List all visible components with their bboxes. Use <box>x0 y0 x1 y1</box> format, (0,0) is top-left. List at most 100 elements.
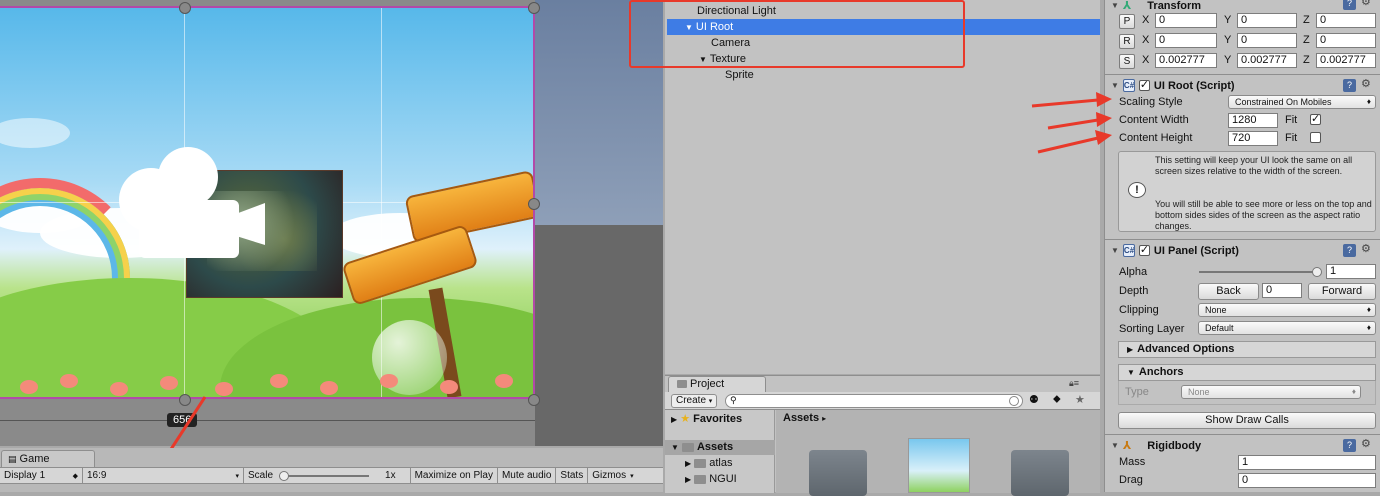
transform-header[interactable]: ▼ ⅄ Transform <box>1105 0 1380 14</box>
favorite-star-icon[interactable]: ★ <box>1075 393 1085 406</box>
tree-item-atlas[interactable]: ▶ atlas <box>685 456 732 471</box>
expand-triangle-icon[interactable]: ▼ <box>671 443 679 452</box>
rigidbody-icon: ⅄ <box>1122 440 1132 452</box>
alpha-slider-knob[interactable] <box>1312 267 1322 277</box>
sorting-layer-dropdown[interactable]: Default <box>1198 321 1376 335</box>
mute-audio-toggle[interactable]: Mute audio <box>498 468 555 483</box>
tree-item-assets[interactable]: ▼ Assets <box>665 440 775 455</box>
asset-folder-icon[interactable] <box>809 450 867 496</box>
reset-scale-button[interactable]: S <box>1119 54 1135 69</box>
reset-rotation-button[interactable]: R <box>1119 34 1135 49</box>
y-label: Y <box>1224 34 1232 46</box>
camera-gizmo-icon[interactable] <box>103 145 268 265</box>
project-search-input[interactable]: ⚲ <box>725 394 1023 408</box>
tab-game[interactable]: ▤ Game <box>1 450 95 468</box>
help-icon[interactable]: ? <box>1343 0 1356 10</box>
rotation-x-field[interactable]: 0 <box>1155 33 1217 48</box>
stats-toggle[interactable]: Stats <box>556 468 587 483</box>
mass-field[interactable]: 1 <box>1238 455 1376 470</box>
gizmos-dropdown[interactable]: Gizmos ▾ <box>588 468 637 483</box>
drag-field[interactable]: 0 <box>1238 473 1376 488</box>
asset-image-thumbnail[interactable] <box>908 438 970 493</box>
scene-view[interactable]: 656 <box>0 0 663 446</box>
help-icon[interactable]: ? <box>1343 439 1356 452</box>
folder-label: NGUI <box>709 473 737 485</box>
gear-icon[interactable]: ⚙ <box>1361 77 1371 90</box>
ui-panel-header[interactable]: ▼ C# UI Panel (Script) <box>1105 242 1380 259</box>
gear-icon[interactable]: ⚙ <box>1361 437 1371 450</box>
display-dropdown[interactable]: Display 1 ◆ <box>0 468 82 483</box>
fit-height-checkbox[interactable] <box>1310 132 1321 143</box>
rect-handle[interactable] <box>528 2 540 14</box>
aspect-dropdown[interactable]: 16:9 ▾ <box>83 468 243 483</box>
collapse-triangle-icon[interactable]: ▼ <box>1111 441 1119 450</box>
scale-y-field[interactable]: 0.002777 <box>1237 53 1297 68</box>
inspector-panel: ▼ ⅄ Transform ? ⚙ P X 0 Y 0 Z 0 R X 0 Y … <box>1104 0 1380 492</box>
rect-handle[interactable] <box>179 2 191 14</box>
scale-value: 1x <box>385 470 396 481</box>
ui-panel-enabled-checkbox[interactable] <box>1138 243 1150 256</box>
component-divider <box>1105 434 1380 435</box>
content-width-field[interactable]: 1280 <box>1228 113 1278 128</box>
rect-handle[interactable] <box>528 394 540 406</box>
rigidbody-header[interactable]: ▼ ⅄ Rigidbody <box>1105 437 1380 454</box>
show-draw-calls-button[interactable]: Show Draw Calls <box>1118 412 1376 429</box>
anchors-foldout[interactable]: ▼ Anchors <box>1118 364 1376 381</box>
help-icon[interactable]: ? <box>1343 244 1356 257</box>
filter-label-icon[interactable]: ⬥ <box>1053 393 1061 406</box>
help-icon[interactable]: ? <box>1343 79 1356 92</box>
rotation-z-field[interactable]: 0 <box>1316 33 1376 48</box>
dropdown-arrow-icon: ▾ <box>708 398 713 405</box>
tree-item-favorites[interactable]: ▶ ★ Favorites <box>671 412 742 427</box>
tree-item-ngui[interactable]: ▶ NGUI <box>685 472 737 487</box>
collapse-triangle-icon[interactable]: ▶ <box>671 415 677 424</box>
component-title: Rigidbody <box>1147 439 1202 452</box>
anchor-type-dropdown[interactable]: None <box>1181 385 1361 399</box>
breadcrumb[interactable]: Assets ▸ <box>783 412 826 424</box>
asset-folder-icon[interactable] <box>1011 450 1069 496</box>
ui-root-enabled-checkbox[interactable] <box>1138 78 1150 91</box>
gear-icon[interactable]: ⚙ <box>1361 0 1371 8</box>
maximize-on-play-toggle[interactable]: Maximize on Play <box>411 468 497 483</box>
fit-label: Fit <box>1285 132 1298 144</box>
gear-icon[interactable]: ⚙ <box>1361 242 1371 255</box>
depth-back-button[interactable]: Back <box>1198 283 1259 300</box>
collapse-triangle-icon[interactable]: ▼ <box>1111 1 1119 10</box>
tab-project-label: Project <box>690 378 725 390</box>
clear-search-icon[interactable] <box>1009 396 1019 406</box>
position-z-field[interactable]: 0 <box>1316 13 1376 28</box>
position-y-field[interactable]: 0 <box>1237 13 1297 28</box>
depth-field[interactable]: 0 <box>1262 283 1302 298</box>
reset-position-button[interactable]: P <box>1119 14 1135 29</box>
ui-root-header[interactable]: ▼ C# UI Root (Script) <box>1105 77 1380 94</box>
fit-width-checkbox[interactable] <box>1310 112 1321 125</box>
lock-icon[interactable]: 🔒︎≡ <box>1069 378 1079 389</box>
alpha-field[interactable]: 1 <box>1326 264 1376 279</box>
folder-icon <box>694 458 707 468</box>
collapse-triangle-icon[interactable]: ▼ <box>1111 246 1119 255</box>
flower-shape <box>215 382 233 396</box>
filter-type-icon[interactable]: ⚉ <box>1029 393 1039 406</box>
collapse-triangle-icon[interactable]: ▶ <box>685 459 691 468</box>
scale-slider[interactable] <box>279 470 370 481</box>
alpha-slider[interactable] <box>1199 267 1322 277</box>
collapse-triangle-icon[interactable]: ▶ <box>685 475 691 484</box>
folder-label: atlas <box>709 457 733 469</box>
scale-z-field[interactable]: 0.002777 <box>1316 53 1376 68</box>
tab-game-label: Game <box>19 453 50 465</box>
position-x-field[interactable]: 0 <box>1155 13 1217 28</box>
scaling-style-dropdown[interactable]: Constrained On Mobiles <box>1228 95 1376 109</box>
scene-ground-background <box>535 225 663 446</box>
depth-forward-button[interactable]: Forward <box>1308 283 1376 300</box>
scale-slider-knob[interactable] <box>279 470 290 481</box>
hierarchy-item-sprite[interactable]: Sprite <box>725 67 754 83</box>
gizmos-label: Gizmos <box>592 470 627 481</box>
clipping-dropdown[interactable]: None <box>1198 303 1376 317</box>
advanced-options-foldout[interactable]: ▶ Advanced Options <box>1118 341 1376 358</box>
rect-handle[interactable] <box>528 198 540 210</box>
content-height-field[interactable]: 720 <box>1228 131 1278 146</box>
rotation-y-field[interactable]: 0 <box>1237 33 1297 48</box>
create-button[interactable]: Create ▾ <box>671 394 718 408</box>
scale-x-field[interactable]: 0.002777 <box>1155 53 1217 68</box>
tab-project[interactable]: Project <box>668 376 766 393</box>
